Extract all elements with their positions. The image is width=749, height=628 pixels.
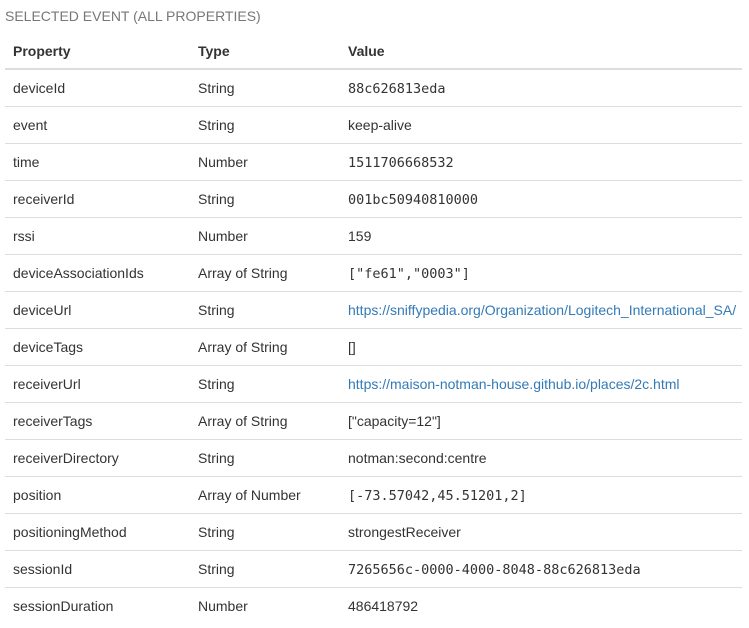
header-row: Property Type Value	[5, 33, 742, 70]
property-type-cell: Number	[198, 598, 248, 614]
property-value-cell: https://sniffypedia.org/Organization/Log…	[340, 291, 742, 329]
property-value-cell: 88c626813eda	[340, 69, 742, 107]
table-row: deviceAssociationIds Array of String ["fe6…	[5, 254, 742, 292]
table-row: sessionId String 7265656c-0000-4000-8048-8…	[5, 550, 742, 588]
table-row: deviceId String 88c626813eda	[5, 69, 742, 107]
property-type-cell: String	[190, 106, 340, 144]
property-value-cell: [-73.57042,45.51201,2]	[340, 476, 742, 514]
property-value-cell: ["fe61","0003"]	[340, 254, 742, 292]
properties-table: Property Type Value deviceId String 88c626…	[5, 33, 742, 624]
property-value: [-73.57042,45.51201,2]	[348, 487, 527, 504]
property-type-cell: Array of String	[190, 328, 340, 366]
property-value-cell: ["capacity=12"]	[340, 402, 742, 440]
property-name-cell: time	[5, 143, 190, 181]
table-row: time Number 1511706668532	[5, 143, 742, 181]
table-row: receiverId String 001bc50940810000	[5, 180, 742, 218]
property-value: strongestReceiver	[348, 524, 461, 540]
property-type-cell: String	[190, 513, 340, 551]
property-value: keep-alive	[348, 117, 412, 133]
property-name-cell: sessionDuration	[13, 598, 114, 614]
table-row: receiverDirectory String notman:second:cen…	[5, 439, 742, 477]
property-value-cell: notman:second:centre	[340, 439, 742, 477]
selected-event-panel: SELECTED EVENT (ALL PROPERTIES) Property…	[0, 0, 749, 628]
property-type-cell: String	[190, 550, 340, 588]
property-value: 159	[348, 228, 372, 244]
property-value-cell: 486418792	[340, 588, 742, 625]
property-value-cell: []	[340, 328, 742, 366]
property-value: ["capacity=12"]	[348, 413, 441, 429]
property-value-link[interactable]: https://sniffypedia.org/Organization/Log…	[348, 302, 736, 318]
property-type-cell: Array of String	[190, 254, 340, 292]
table-header: Property Type Value	[5, 33, 742, 70]
property-value: notman:second:centre	[348, 450, 487, 466]
property-type-cell: String	[190, 365, 340, 403]
table-row: deviceTags Array of String []	[5, 328, 742, 366]
property-type-cell: Array of Number	[190, 476, 340, 514]
table-row: sessionDuration Number 486418792	[5, 588, 742, 625]
property-name-cell: deviceUrl	[5, 291, 190, 329]
property-type-cell: String	[190, 291, 340, 329]
property-value: 1511706668532	[348, 154, 454, 171]
property-value: []	[348, 339, 356, 355]
header-value: Value	[340, 33, 742, 70]
property-name-cell: positioningMethod	[5, 513, 190, 551]
property-name-cell: position	[5, 476, 190, 514]
property-value-cell: keep-alive	[340, 106, 742, 144]
property-type-cell: String	[190, 439, 340, 477]
property-value-cell: 001bc50940810000	[340, 180, 742, 218]
panel-title: SELECTED EVENT (ALL PROPERTIES)	[5, 8, 261, 24]
table-row: deviceUrl String https://sniffypedia.org/O…	[5, 291, 742, 329]
property-value-cell: https://maison-notman-house.github.io/pl…	[340, 365, 742, 403]
table-body: deviceId String 88c626813eda event String kee…	[5, 69, 742, 624]
property-name-cell: deviceAssociationIds	[5, 254, 190, 292]
property-value: 486418792	[348, 598, 419, 614]
property-type-cell: Number	[190, 217, 340, 255]
property-name-cell: event	[5, 106, 190, 144]
property-value-cell: 159	[340, 217, 742, 255]
property-value-cell: 7265656c-0000-4000-8048-88c626813eda	[340, 550, 742, 588]
property-name-cell: sessionId	[5, 550, 190, 588]
property-value-cell: strongestReceiver	[340, 513, 742, 551]
property-name-cell: receiverDirectory	[5, 439, 190, 477]
property-name-cell: rssi	[5, 217, 190, 255]
table-row: event String keep-alive	[5, 106, 742, 144]
table-row: rssi Number 159	[5, 217, 742, 255]
property-name-cell: receiverId	[5, 180, 190, 218]
table-row: receiverTags Array of String ["capacity=12…	[5, 402, 742, 440]
property-value: 7265656c-0000-4000-8048-88c626813eda	[348, 561, 641, 578]
property-type-cell: Number	[190, 143, 340, 181]
property-name-cell: deviceTags	[5, 328, 190, 366]
property-name-cell: receiverTags	[5, 402, 190, 440]
property-value: 88c626813eda	[348, 80, 446, 97]
property-type-cell: String	[190, 69, 340, 107]
property-name-cell: deviceId	[5, 69, 190, 107]
header-property: Property	[5, 33, 190, 70]
header-type: Type	[190, 33, 340, 70]
property-value: ["fe61","0003"]	[348, 265, 470, 282]
property-type-cell: String	[190, 180, 340, 218]
property-name-cell: receiverUrl	[5, 365, 190, 403]
property-value-link[interactable]: https://maison-notman-house.github.io/pl…	[348, 376, 680, 392]
property-value: 001bc50940810000	[348, 191, 479, 208]
table-row: receiverUrl String https://maison-notman-h…	[5, 365, 742, 403]
table-row: position Array of Number [-73.57042,45.512…	[5, 476, 742, 514]
property-type-cell: Array of String	[190, 402, 340, 440]
property-value-cell: 1511706668532	[340, 143, 742, 181]
table-row: positioningMethod String strongestReceiver	[5, 513, 742, 551]
